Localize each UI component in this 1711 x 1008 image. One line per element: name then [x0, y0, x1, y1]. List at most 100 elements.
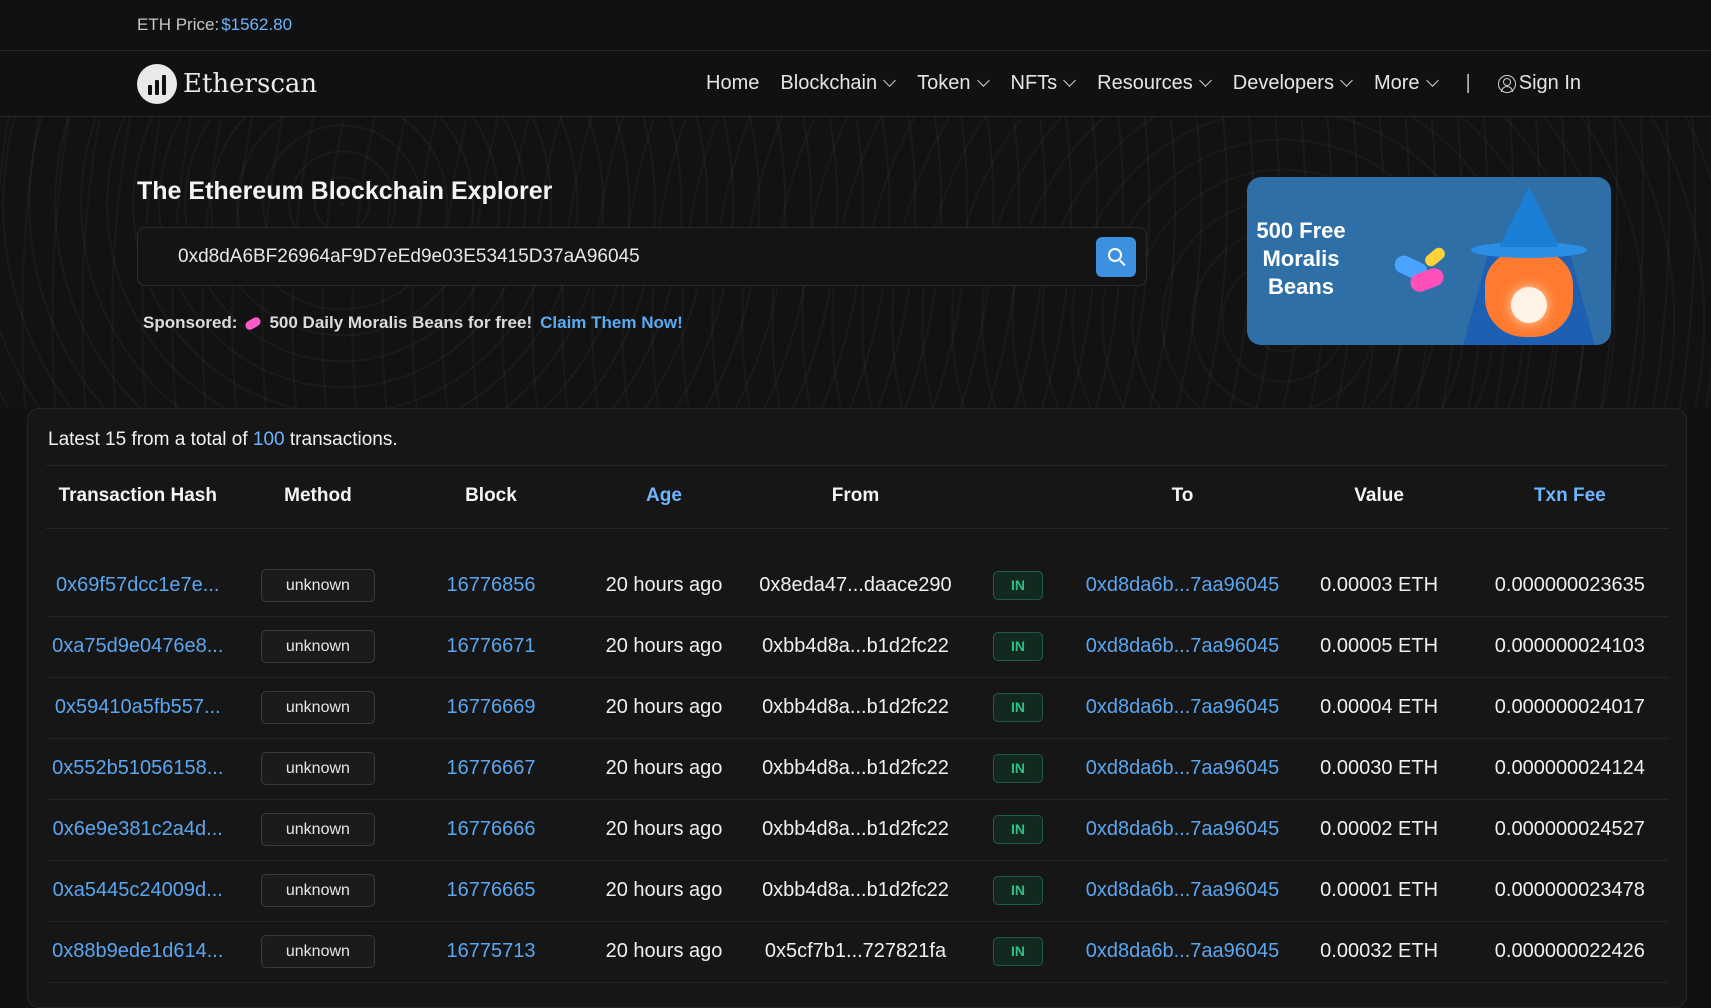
table-header-row: Transaction Hash Method Block Age From T…	[46, 464, 1669, 529]
search-icon	[1107, 248, 1122, 262]
moralis-ad-banner[interactable]: 500 Free Moralis Beans	[1247, 177, 1611, 345]
header-age-toggle[interactable]: Age	[575, 464, 753, 529]
brand-name: Etherscan	[183, 68, 318, 99]
sign-in-link[interactable]: Sign In	[1497, 72, 1581, 95]
value-cell: 0.00030 ETH	[1287, 738, 1471, 800]
nav-more-label: More	[1373, 72, 1420, 94]
age-cell: 20 hours ago	[575, 738, 753, 800]
table-row: 0xa75d9e0476e8... unknown 16776671 20 ho…	[46, 616, 1669, 678]
block-link[interactable]: 16776665	[406, 860, 576, 922]
method-badge[interactable]: unknown	[260, 874, 375, 907]
chevron-down-icon	[1425, 74, 1439, 87]
tx-hash-link[interactable]: 0xa5445c24009d...	[46, 860, 230, 922]
to-address-link[interactable]: 0xd8da6b...7aa96045	[1077, 860, 1288, 922]
etherscan-logo[interactable]: Etherscan	[137, 63, 318, 104]
from-address[interactable]: 0x8eda47...daace290	[752, 528, 959, 617]
tx-hash-link[interactable]: 0x69f57dcc1e7e...	[46, 528, 230, 617]
to-address-link[interactable]: 0xd8da6b...7aa96045	[1077, 738, 1288, 800]
chevron-down-icon	[1198, 74, 1212, 87]
sponsored-text: 500 Daily Moralis Beans for free!	[269, 313, 533, 332]
method-badge[interactable]: unknown	[260, 813, 375, 846]
direction-cell: IN	[958, 738, 1078, 800]
direction-cell: IN	[958, 860, 1078, 922]
tx-hash-link[interactable]: 0x88b9ede1d614...	[46, 921, 230, 983]
method-cell: unknown	[229, 616, 407, 678]
search-input[interactable]	[178, 245, 1096, 268]
header-from: From	[752, 464, 959, 529]
nav-developers[interactable]: Developers	[1233, 72, 1353, 95]
from-address[interactable]: 0xbb4d8a...b1d2fc22	[752, 616, 959, 678]
claim-link[interactable]: Claim Them Now!	[540, 313, 683, 333]
value-cell: 0.00003 ETH	[1287, 528, 1471, 617]
nav-resources-label: Resources	[1097, 72, 1193, 94]
nav-more[interactable]: More	[1374, 72, 1439, 95]
header-tx-hash: Transaction Hash	[46, 464, 230, 529]
tx-hash-link[interactable]: 0x59410a5fb557...	[46, 677, 230, 739]
total-transactions-link[interactable]: 100	[253, 429, 285, 450]
nav-separator: |	[1465, 72, 1471, 94]
direction-cell: IN	[958, 799, 1078, 861]
from-address[interactable]: 0x5cf7b1...727821fa	[752, 921, 959, 983]
direction-badge: IN	[993, 876, 1044, 905]
method-badge[interactable]: unknown	[260, 569, 375, 602]
from-address[interactable]: 0xbb4d8a...b1d2fc22	[752, 860, 959, 922]
header-block: Block	[406, 464, 576, 529]
transactions-card: Latest 15 from a total of 100 transactio…	[27, 408, 1687, 1008]
direction-badge: IN	[993, 632, 1044, 661]
table-row: 0x88b9ede1d614... unknown 16775713 20 ho…	[46, 921, 1669, 983]
nav-token[interactable]: Token	[917, 72, 990, 95]
direction-cell: IN	[958, 528, 1078, 617]
header-to: To	[1077, 464, 1288, 529]
block-link[interactable]: 16776667	[406, 738, 576, 800]
header-method: Method	[229, 464, 407, 529]
method-badge[interactable]: unknown	[260, 752, 375, 785]
search-button[interactable]	[1096, 236, 1136, 277]
from-address[interactable]: 0xbb4d8a...b1d2fc22	[752, 738, 959, 800]
ad-line-2: Moralis	[1262, 246, 1340, 271]
header-direction	[958, 464, 1078, 529]
method-cell: unknown	[229, 677, 407, 739]
header-txn-fee-toggle[interactable]: Txn Fee	[1470, 464, 1669, 529]
block-link[interactable]: 16775713	[406, 921, 576, 983]
age-cell: 20 hours ago	[575, 528, 753, 617]
nav-token-label: Token	[917, 72, 971, 94]
nav-home-label: Home	[706, 72, 760, 94]
block-link[interactable]: 16776666	[406, 799, 576, 861]
direction-cell: IN	[958, 677, 1078, 739]
tx-hash-link[interactable]: 0x6e9e381c2a4d...	[46, 799, 230, 861]
direction-cell: IN	[958, 616, 1078, 678]
nav-resources[interactable]: Resources	[1097, 72, 1212, 95]
age-cell: 20 hours ago	[575, 677, 753, 739]
block-link[interactable]: 16776669	[406, 677, 576, 739]
to-address-link[interactable]: 0xd8da6b...7aa96045	[1077, 616, 1288, 678]
chevron-down-icon	[1063, 74, 1077, 87]
nav-nfts[interactable]: NFTs	[1011, 72, 1077, 95]
from-address[interactable]: 0xbb4d8a...b1d2fc22	[752, 799, 959, 861]
from-address[interactable]: 0xbb4d8a...b1d2fc22	[752, 677, 959, 739]
table-row: 0x59410a5fb557... unknown 16776669 20 ho…	[46, 677, 1669, 739]
block-link[interactable]: 16776671	[406, 616, 576, 678]
age-cell: 20 hours ago	[575, 860, 753, 922]
eth-price-value[interactable]: $1562.80	[221, 15, 292, 35]
header-value: Value	[1287, 464, 1471, 529]
nav-developers-label: Developers	[1232, 72, 1334, 94]
to-address-link[interactable]: 0xd8da6b...7aa96045	[1077, 677, 1288, 739]
to-address-link[interactable]: 0xd8da6b...7aa96045	[1077, 528, 1288, 617]
to-address-link[interactable]: 0xd8da6b...7aa96045	[1077, 921, 1288, 983]
to-address-link[interactable]: 0xd8da6b...7aa96045	[1077, 799, 1288, 861]
method-badge[interactable]: unknown	[260, 630, 375, 663]
eth-price-bar: ETH Price: $1562.80	[0, 0, 1711, 51]
tx-hash-link[interactable]: 0x552b51056158...	[46, 738, 230, 800]
table-row: 0x69f57dcc1e7e... unknown 16776856 20 ho…	[46, 528, 1669, 617]
method-cell: unknown	[229, 528, 407, 617]
method-badge[interactable]: unknown	[260, 935, 375, 968]
method-badge[interactable]: unknown	[260, 691, 375, 724]
ad-line-3: Beans	[1267, 274, 1335, 299]
direction-badge: IN	[993, 571, 1044, 600]
summary-prefix: Latest 15 from a total of	[48, 429, 248, 450]
block-link[interactable]: 16776856	[406, 528, 576, 617]
tx-hash-link[interactable]: 0xa75d9e0476e8...	[46, 616, 230, 678]
nav-home[interactable]: Home	[706, 72, 759, 95]
transactions-summary: Latest 15 from a total of 100 transactio…	[48, 429, 398, 451]
nav-blockchain[interactable]: Blockchain	[780, 72, 896, 95]
